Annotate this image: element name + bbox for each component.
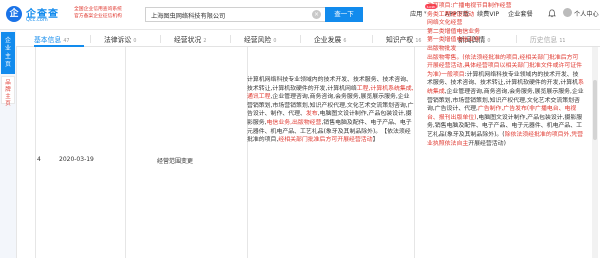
tab-divider [372, 35, 373, 43]
scope-text: 】 [372, 137, 379, 144]
search-input[interactable]: 上海图虫网络科技有限公司 × [145, 7, 325, 22]
credit-slogan: 全国企业信用查询系统 官方备案企业征信机构 [74, 6, 140, 20]
highlighted-text: 第一类增值电信业务 [427, 37, 481, 44]
column-divider [125, 47, 126, 258]
tab-legal[interactable]: 法律诉讼 0 [104, 34, 136, 44]
scope-text: 开展经营活动) [468, 140, 506, 147]
qcc-logo[interactable]: 企 企查查 Qcc.com [6, 5, 74, 25]
row-index: 4 [37, 156, 41, 163]
highlighted-text: 务类工程建设活动 [427, 11, 475, 18]
tab-label: 经营风险 [244, 36, 272, 44]
column-divider [35, 47, 36, 258]
highlighted-text: 网络文化经营 [427, 20, 463, 27]
scrollbar-thumb[interactable] [593, 80, 597, 140]
slogan-line-1: 全国企业信用查询系统 [74, 7, 122, 12]
tab-brand-home-label: 品牌主页 [5, 80, 11, 107]
tab-divider [90, 35, 91, 43]
clear-icon[interactable]: × [312, 10, 321, 19]
highlighted-text: 许可项目:广播电视节目制作经营 [427, 3, 512, 9]
tab-basic-info[interactable]: 基本信息 47 [34, 34, 69, 44]
side-tab-bar: 企业主页 品牌主页 [0, 30, 16, 258]
tab-count: 2 [203, 39, 207, 44]
highlighted-text: 第二类增值电信业务 [427, 28, 481, 35]
change-item: 经营范围变更 [157, 158, 194, 165]
content-after-change: 许可项目:广播电视节目制作经营 务类工程建设活动 网络文化经营 第二类增值电信业务 第一… [414, 2, 584, 148]
tab-count: 47 [63, 39, 70, 44]
highlighted-text: 经相关部门批准后方可开展经营活动 [278, 137, 373, 144]
tab-company-home[interactable]: 企业主页 [1, 32, 15, 74]
tab-count: 0 [133, 39, 137, 44]
tab-divider [160, 35, 161, 43]
tab-label: 法律诉讼 [104, 36, 132, 44]
content-before-change: 计算机网络科技专业领域内的技术开发、技术服务、技术咨询、技术转让,计算机软硬件的… [247, 76, 414, 145]
tab-risk[interactable]: 经营风险 0 [244, 34, 276, 44]
tab-divider [300, 35, 301, 43]
tab-operations[interactable]: 经营状况 2 [174, 34, 206, 44]
highlighted-text: 电信业务,出版物经营 [266, 119, 322, 126]
scrollbar-track[interactable] [592, 47, 598, 258]
highlighted-text: 发布 [305, 111, 318, 118]
search-input-value: 上海图虫网络科技有限公司 [151, 13, 226, 20]
slogan-line-2: 官方备案企业征信机构 [74, 14, 122, 19]
tab-divider [230, 35, 231, 43]
tab-label: 企业发展 [314, 36, 342, 44]
tab-count: 0 [273, 39, 277, 44]
tab-development[interactable]: 企业发展 6 [314, 34, 346, 44]
tab-brand-home[interactable]: 品牌主页 [1, 76, 15, 107]
change-date: 2020-03-19 [59, 156, 94, 163]
tab-count: 6 [343, 39, 347, 44]
logo-domain: Qcc.com [26, 17, 48, 23]
logo-mark-icon: 企 [6, 6, 22, 22]
tab-company-home-label: 企业主页 [4, 37, 11, 68]
tab-label: 基本信息 [34, 36, 62, 44]
search-button[interactable]: 查一下 [325, 7, 363, 22]
highlighted-text: 出版物批发 [427, 45, 457, 52]
tab-label: 知识产权 [386, 36, 414, 44]
tab-label: 经营状况 [174, 36, 202, 44]
